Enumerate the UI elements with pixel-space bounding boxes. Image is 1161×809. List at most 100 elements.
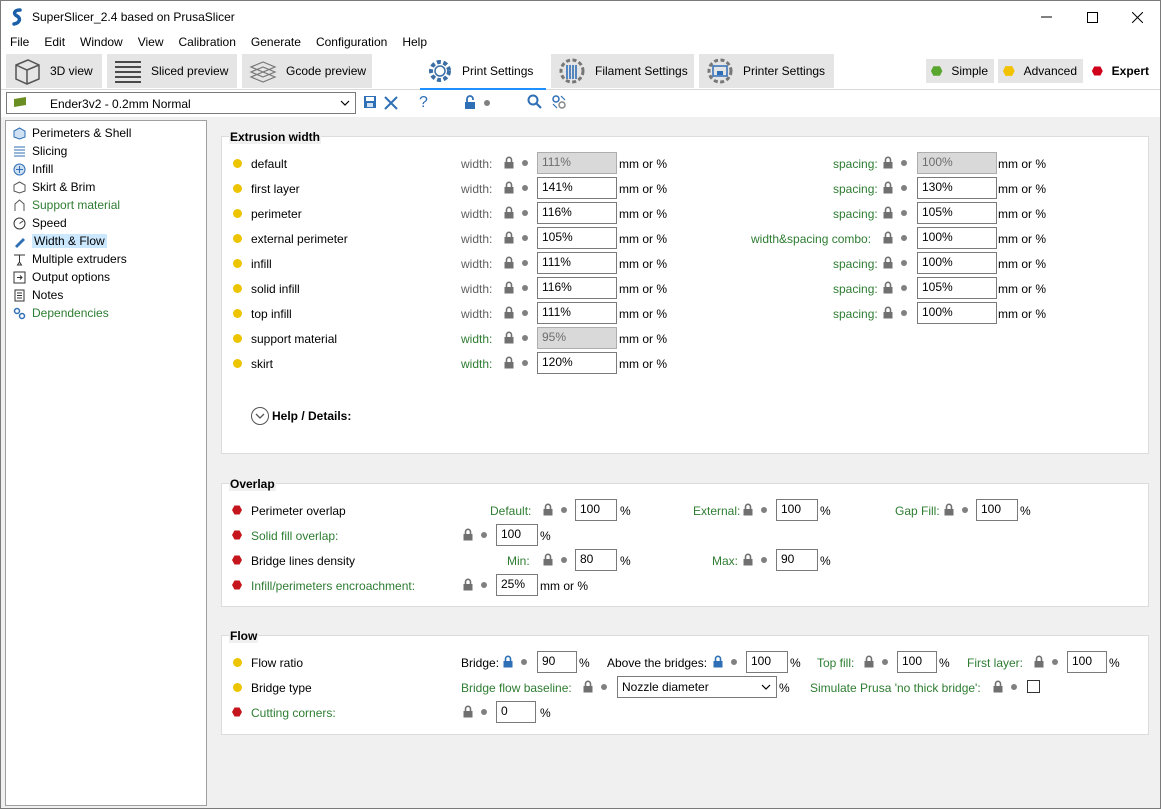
gap-fill-input[interactable]: 100 — [976, 499, 1018, 521]
save-preset-icon[interactable] — [363, 95, 377, 109]
lock-icon[interactable] — [462, 528, 474, 541]
tab-filament-settings[interactable]: Filament Settings — [551, 54, 694, 88]
sidebar-item-support[interactable]: Support material — [12, 196, 120, 214]
spacing-input[interactable]: 105% — [917, 277, 997, 299]
menu-calibration[interactable]: Calibration — [170, 33, 242, 52]
bridge-flow-input[interactable]: 90 — [537, 651, 577, 673]
lock-icon[interactable] — [1033, 655, 1045, 668]
lock-icon[interactable] — [992, 680, 1004, 693]
sidebar-item-width-flow[interactable]: Width & Flow — [12, 232, 107, 250]
sidebar-item-perimeters[interactable]: Perimeters & Shell — [12, 124, 131, 142]
lock-icon[interactable] — [503, 156, 515, 169]
compare-presets-icon[interactable] — [551, 94, 567, 110]
lock-icon[interactable] — [503, 356, 515, 369]
lock-icon[interactable] — [503, 231, 515, 244]
spacing-input[interactable]: 100% — [917, 227, 997, 249]
perimeter-overlap-external-input[interactable]: 100 — [776, 499, 818, 521]
lock-blue-icon[interactable] — [463, 95, 477, 110]
mode-expert-button[interactable]: Expert — [1087, 59, 1155, 83]
lock-icon[interactable] — [882, 231, 894, 244]
lock-icon[interactable] — [943, 503, 955, 516]
spacing-input[interactable]: 100% — [917, 252, 997, 274]
notes-icon — [12, 288, 26, 302]
mode-advanced-button[interactable]: Advanced — [998, 59, 1083, 83]
delete-preset-icon[interactable] — [383, 95, 399, 111]
encroachment-input[interactable]: 25% — [496, 574, 538, 596]
width-input[interactable]: 120% — [537, 352, 617, 374]
setting-label: perimeter — [251, 207, 302, 221]
sidebar-item-speed[interactable]: Speed — [12, 214, 67, 232]
cutting-corners-input[interactable]: 0 — [496, 701, 536, 723]
lock-icon[interactable] — [462, 705, 474, 718]
maximize-button[interactable] — [1069, 1, 1115, 33]
lock-icon[interactable] — [582, 680, 594, 693]
sidebar-item-output[interactable]: Output options — [12, 268, 110, 286]
sidebar-item-infill[interactable]: Infill — [12, 160, 53, 178]
lock-icon[interactable] — [882, 156, 894, 169]
lock-icon[interactable] — [542, 503, 554, 516]
bridge-density-max-input[interactable]: 90 — [776, 549, 818, 571]
spacing-input[interactable]: 130% — [917, 177, 997, 199]
sidebar-item-notes[interactable]: Notes — [12, 286, 63, 304]
close-button[interactable] — [1114, 1, 1160, 33]
width-input[interactable]: 116% — [537, 277, 617, 299]
sidebar-item-slicing[interactable]: Slicing — [12, 142, 67, 160]
unit-label: mm or % — [998, 282, 1046, 296]
tab-print-settings[interactable]: Print Settings — [420, 54, 546, 90]
lock-icon[interactable] — [882, 281, 894, 294]
lock-icon[interactable] — [503, 281, 515, 294]
simulate-prusa-checkbox[interactable] — [1027, 680, 1040, 693]
menu-generate[interactable]: Generate — [242, 33, 307, 52]
bridge-flow-baseline-select[interactable]: Nozzle diameter — [617, 676, 777, 698]
width-input[interactable]: 105% — [537, 227, 617, 249]
menu-view[interactable]: View — [129, 33, 170, 52]
print-preset-dropdown[interactable]: Ender3v2 - 0.2mm Normal — [6, 92, 356, 114]
sidebar-item-skirt[interactable]: Skirt & Brim — [12, 178, 95, 196]
lock-icon[interactable] — [503, 306, 515, 319]
lock-icon[interactable] — [503, 181, 515, 194]
lock-icon[interactable] — [503, 331, 515, 344]
help-question-icon[interactable]: ? — [416, 93, 430, 111]
first-layer-flow-input[interactable]: 100 — [1067, 651, 1107, 673]
mode-simple-button[interactable]: Simple — [926, 59, 994, 83]
above-bridges-input[interactable]: 100 — [746, 651, 788, 673]
lock-icon[interactable] — [882, 206, 894, 219]
tab-3d-view[interactable]: 3D view — [6, 54, 102, 88]
spacing-input[interactable]: 105% — [917, 202, 997, 224]
lock-icon[interactable] — [542, 553, 554, 566]
lock-icon[interactable] — [742, 553, 754, 566]
width-input[interactable]: 111% — [537, 252, 617, 274]
lock-icon[interactable] — [742, 503, 754, 516]
min-label: Min: — [507, 554, 530, 568]
menu-file[interactable]: File — [1, 33, 35, 52]
lock-blue-icon[interactable] — [502, 655, 514, 668]
tab-sliced-preview[interactable]: Sliced preview — [107, 54, 237, 88]
width-input[interactable]: 111% — [537, 302, 617, 324]
menu-edit[interactable]: Edit — [35, 33, 71, 52]
spacing-input[interactable]: 100% — [917, 302, 997, 324]
sidebar-item-multiple-extruders[interactable]: Multiple extruders — [12, 250, 127, 268]
width-input[interactable]: 141% — [537, 177, 617, 199]
lock-icon[interactable] — [503, 256, 515, 269]
lock-icon[interactable] — [882, 181, 894, 194]
lock-icon[interactable] — [462, 578, 474, 591]
minimize-button[interactable] — [1023, 1, 1069, 33]
width-input[interactable]: 116% — [537, 202, 617, 224]
menu-help[interactable]: Help — [393, 33, 433, 52]
search-icon[interactable] — [527, 94, 543, 110]
menu-window[interactable]: Window — [71, 33, 129, 52]
sidebar-item-dependencies[interactable]: Dependencies — [12, 304, 109, 322]
help-details-toggle[interactable]: Help / Details: — [250, 406, 351, 426]
lock-icon[interactable] — [882, 306, 894, 319]
menu-configuration[interactable]: Configuration — [307, 33, 393, 52]
perimeter-overlap-default-input[interactable]: 100 — [575, 499, 617, 521]
lock-icon[interactable] — [503, 206, 515, 219]
lock-icon[interactable] — [863, 655, 875, 668]
top-fill-input[interactable]: 100 — [897, 651, 937, 673]
bridge-density-min-input[interactable]: 80 — [575, 549, 617, 571]
lock-blue-icon[interactable] — [712, 655, 724, 668]
tab-printer-settings[interactable]: Printer Settings — [699, 54, 834, 88]
solid-fill-overlap-input[interactable]: 100 — [496, 524, 538, 546]
tab-gcode-preview[interactable]: Gcode preview — [242, 54, 372, 88]
lock-icon[interactable] — [882, 256, 894, 269]
